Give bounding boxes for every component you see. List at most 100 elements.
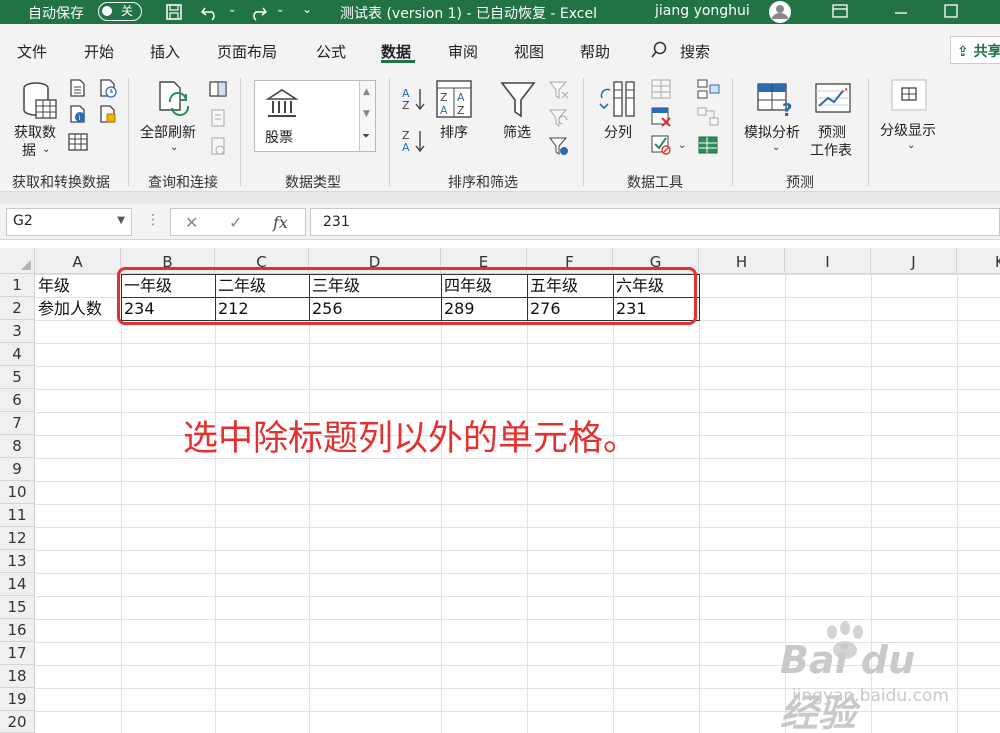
from-table-icon[interactable] — [68, 132, 88, 152]
row-header-5[interactable]: 5 — [0, 366, 35, 389]
tab-formulas[interactable]: 公式 — [316, 41, 346, 62]
what-if-label[interactable]: 模拟分析 — [744, 122, 800, 142]
tab-insert[interactable]: 插入 — [150, 41, 180, 62]
insert-function-button[interactable]: fx — [273, 213, 288, 232]
column-header-k[interactable]: K — [957, 248, 1000, 274]
cell-a2[interactable]: 参加人数 — [35, 297, 121, 320]
share-button[interactable]: ⇪ 共享 — [950, 36, 1000, 64]
row-header-14[interactable]: 14 — [0, 573, 35, 596]
gallery-scrollbar[interactable]: ▲ ▼ ⏷ — [359, 81, 375, 151]
tab-data[interactable]: 数据 — [381, 41, 411, 62]
tab-home[interactable]: 开始 — [84, 41, 114, 62]
enter-icon[interactable]: ✓ — [229, 213, 242, 232]
row-header-20[interactable]: 20 — [0, 711, 35, 733]
data-validation-dropdown-icon[interactable]: ⌄ — [678, 140, 686, 151]
row-header-7[interactable]: 7 — [0, 412, 35, 435]
stocks-label[interactable]: 股票 — [265, 127, 293, 147]
queries-connections-icon[interactable] — [208, 80, 228, 98]
get-data-icon[interactable] — [20, 80, 60, 124]
what-if-dropdown-icon[interactable]: ⌄ — [772, 142, 780, 153]
text-to-columns-label[interactable]: 分列 — [604, 122, 632, 142]
row-header-15[interactable]: 15 — [0, 596, 35, 619]
user-avatar-icon[interactable] — [765, 0, 795, 24]
filter-label[interactable]: 筛选 — [503, 122, 531, 142]
get-data-label[interactable]: 获取数 — [14, 122, 56, 142]
cell-a1[interactable]: 年级 — [35, 274, 121, 297]
gallery-more-icon[interactable]: ⏷ — [362, 131, 370, 142]
sort-descending-icon[interactable]: Z A — [402, 128, 426, 154]
row-header-17[interactable]: 17 — [0, 642, 35, 665]
name-box[interactable]: G2 ▼ — [6, 208, 132, 236]
existing-connections-icon[interactable] — [98, 104, 118, 124]
row-header-16[interactable]: 16 — [0, 619, 35, 642]
data-model-icon[interactable] — [696, 134, 720, 156]
outline-dropdown-icon[interactable]: ⌄ — [907, 140, 915, 151]
row-header-9[interactable]: 9 — [0, 458, 35, 481]
forecast-label-2[interactable]: 工作表 — [810, 140, 852, 160]
data-validation-icon[interactable] — [650, 134, 672, 156]
sort-dialog-icon[interactable]: Z A A Z — [436, 80, 472, 120]
tab-view[interactable]: 视图 — [514, 41, 544, 62]
customize-toolbar-icon[interactable]: ⌄ — [302, 2, 312, 16]
refresh-all-label[interactable]: 全部刷新 — [140, 122, 196, 142]
search-icon[interactable] — [650, 41, 668, 59]
text-to-columns-icon[interactable] — [598, 80, 638, 120]
save-icon[interactable] — [165, 3, 183, 21]
forecast-sheet-icon[interactable] — [814, 82, 854, 116]
tab-page-layout[interactable]: 页面布局 — [217, 41, 277, 62]
refresh-all-icon[interactable] — [156, 80, 196, 120]
row-header-2[interactable]: 2 — [0, 297, 35, 320]
ribbon-display-icon[interactable] — [832, 3, 848, 19]
outline-label[interactable]: 分级显示 — [880, 120, 936, 140]
scroll-up-icon[interactable]: ▲ — [363, 87, 370, 97]
from-web-icon[interactable]: i — [68, 104, 88, 124]
remove-duplicates-icon[interactable] — [650, 106, 672, 128]
recent-sources-icon[interactable] — [98, 78, 118, 98]
row-header-13[interactable]: 13 — [0, 550, 35, 573]
minimize-icon[interactable] — [893, 3, 909, 19]
scroll-down-icon[interactable]: ▼ — [363, 109, 370, 119]
filter-icon[interactable] — [500, 80, 536, 120]
search-label[interactable]: 搜索 — [680, 41, 710, 62]
undo-icon[interactable] — [200, 3, 222, 21]
column-header-h[interactable]: H — [699, 248, 785, 274]
from-text-icon[interactable] — [68, 78, 88, 98]
column-header-a[interactable]: A — [35, 248, 121, 274]
advanced-filter-icon[interactable] — [548, 136, 570, 158]
column-header-i[interactable]: I — [785, 248, 871, 274]
row-header-12[interactable]: 12 — [0, 527, 35, 550]
column-header-j[interactable]: J — [871, 248, 957, 274]
redo-icon[interactable] — [248, 3, 270, 21]
row-header-10[interactable]: 10 — [0, 481, 35, 504]
what-if-analysis-icon[interactable]: ? — [756, 82, 796, 118]
select-all-button[interactable] — [0, 248, 35, 274]
get-data-label-2[interactable]: 据 — [22, 140, 36, 160]
user-name[interactable]: jiang yonghui — [655, 3, 750, 19]
cancel-icon[interactable]: ✕ — [185, 213, 198, 232]
tab-help[interactable]: 帮助 — [580, 41, 610, 62]
row-header-3[interactable]: 3 — [0, 320, 35, 343]
consolidate-icon[interactable] — [696, 78, 720, 100]
formula-bar-resize-icon[interactable]: ⋮ — [146, 212, 160, 228]
row-header-4[interactable]: 4 — [0, 343, 35, 366]
sort-label[interactable]: 排序 — [440, 122, 468, 142]
get-data-dropdown-icon[interactable]: ⌄ — [42, 144, 50, 155]
name-box-dropdown-icon[interactable]: ▼ — [117, 215, 125, 226]
outline-icon[interactable] — [890, 78, 930, 112]
forecast-label[interactable]: 预测 — [818, 122, 846, 142]
row-header-6[interactable]: 6 — [0, 389, 35, 412]
redo-dropdown-icon[interactable]: ⌄ — [276, 4, 284, 15]
formula-input[interactable]: 231 — [310, 208, 1000, 236]
tab-file[interactable]: 文件 — [17, 41, 47, 62]
row-header-19[interactable]: 19 — [0, 688, 35, 711]
sort-ascending-icon[interactable]: A Z — [402, 86, 426, 112]
row-header-18[interactable]: 18 — [0, 665, 35, 688]
row-header-1[interactable]: 1 — [0, 274, 35, 297]
row-header-11[interactable]: 11 — [0, 504, 35, 527]
tab-review[interactable]: 审阅 — [448, 41, 478, 62]
maximize-icon[interactable] — [943, 3, 959, 19]
autosave-toggle[interactable]: 关 — [98, 2, 142, 21]
data-types-gallery[interactable]: 股票 ▲ ▼ ⏷ — [254, 80, 376, 152]
row-header-8[interactable]: 8 — [0, 435, 35, 458]
undo-dropdown-icon[interactable]: ⌄ — [228, 4, 236, 15]
